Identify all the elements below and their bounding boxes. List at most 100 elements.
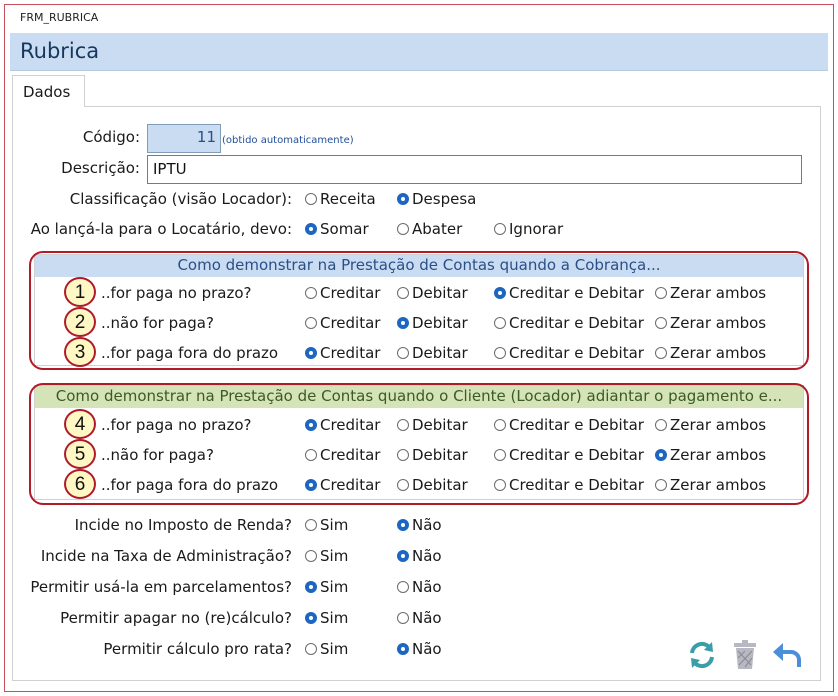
option-radio-3[interactable]: Creditar e Debitar [494, 476, 644, 494]
radio-circle [494, 287, 506, 299]
radio-label: Sim [320, 516, 349, 534]
radio-circle [305, 550, 317, 562]
question-no-radio[interactable]: Não [397, 578, 442, 596]
radio-label: Debitar [412, 476, 468, 494]
page-title: Rubrica [20, 39, 100, 63]
question-no-radio[interactable]: Não [397, 516, 442, 534]
option-radio-1[interactable]: Creditar [305, 344, 380, 362]
option-radio-2[interactable]: Debitar [397, 284, 468, 302]
question-yes-radio[interactable]: Sim [305, 578, 348, 596]
option-radio-3[interactable]: Creditar e Debitar [494, 344, 644, 362]
lancamento-ignorar-radio[interactable]: Ignorar [494, 220, 563, 238]
radio-circle [305, 347, 317, 359]
question-label: Incide na Taxa de Administração? [40, 547, 292, 565]
row-number-badge: 1 [64, 277, 96, 307]
radio-label: Abater [412, 220, 463, 238]
option-radio-1[interactable]: Creditar [305, 284, 380, 302]
radio-label: Debitar [412, 446, 468, 464]
radio-circle [305, 612, 317, 624]
radio-circle [305, 449, 317, 461]
radio-circle [397, 223, 409, 235]
question-yes-radio[interactable]: Sim [305, 609, 348, 627]
question-yes-radio[interactable]: Sim [305, 516, 348, 534]
option-radio-2[interactable]: Debitar [397, 416, 468, 434]
option-radio-1[interactable]: Creditar [305, 446, 380, 464]
option-radio-1[interactable]: Creditar [305, 476, 380, 494]
option-radio-2[interactable]: Debitar [397, 446, 468, 464]
radio-label: Não [412, 640, 442, 658]
radio-label: Somar [320, 220, 369, 238]
row-label: ..for paga no prazo? [101, 284, 252, 302]
row-label: ..não for paga? [101, 446, 214, 464]
radio-label: Não [412, 516, 442, 534]
lancamento-abater-radio[interactable]: Abater [397, 220, 462, 238]
radio-label: Zerar ambos [670, 476, 767, 494]
row-label: ..for paga no prazo? [101, 416, 252, 434]
row-label: ..for paga fora do prazo [101, 344, 279, 362]
option-radio-4[interactable]: Zerar ambos [655, 344, 766, 362]
radio-label: Creditar [320, 344, 381, 362]
option-radio-4[interactable]: Zerar ambos [655, 446, 766, 464]
undo-icon[interactable] [771, 639, 803, 671]
codigo-note: (obtido automaticamente) [222, 135, 354, 146]
option-radio-4[interactable]: Zerar ambos [655, 476, 766, 494]
question-label: Permitir usá-la em parcelamentos? [30, 578, 292, 596]
option-radio-2[interactable]: Debitar [397, 314, 468, 332]
radio-label: Creditar e Debitar [509, 344, 644, 362]
option-radio-4[interactable]: Zerar ambos [655, 284, 766, 302]
radio-label: Creditar [320, 314, 381, 332]
radio-circle [494, 449, 506, 461]
radio-label: Ignorar [509, 220, 564, 238]
option-radio-4[interactable]: Zerar ambos [655, 416, 766, 434]
radio-circle [397, 287, 409, 299]
radio-circle [305, 643, 317, 655]
codigo-field[interactable]: 11 [147, 124, 221, 153]
option-radio-3[interactable]: Creditar e Debitar [494, 416, 644, 434]
option-radio-1[interactable]: Creditar [305, 314, 380, 332]
lancamento-somar-radio[interactable]: Somar [305, 220, 369, 238]
radio-circle [494, 317, 506, 329]
option-radio-3[interactable]: Creditar e Debitar [494, 314, 644, 332]
option-radio-2[interactable]: Debitar [397, 344, 468, 362]
radio-label: Despesa [412, 190, 477, 208]
radio-label: Sim [320, 609, 349, 627]
tab-dados[interactable]: Dados [12, 75, 85, 107]
radio-label: Creditar [320, 284, 381, 302]
question-no-radio[interactable]: Não [397, 640, 442, 658]
question-yes-radio[interactable]: Sim [305, 640, 348, 658]
radio-circle [305, 317, 317, 329]
refresh-icon[interactable] [686, 639, 718, 671]
classificacao-receita-radio[interactable]: Receita [305, 190, 376, 208]
trash-icon[interactable] [729, 639, 761, 671]
option-radio-1[interactable]: Creditar [305, 416, 380, 434]
radio-circle [397, 519, 409, 531]
radio-label: Sim [320, 547, 349, 565]
row-number-badge: 3 [64, 337, 96, 367]
radio-circle [397, 317, 409, 329]
radio-label: Creditar [320, 446, 381, 464]
option-radio-3[interactable]: Creditar e Debitar [494, 284, 644, 302]
classificacao-despesa-radio[interactable]: Despesa [397, 190, 476, 208]
question-yes-radio[interactable]: Sim [305, 547, 348, 565]
row-label: ..for paga fora do prazo [101, 476, 279, 494]
radio-circle [397, 419, 409, 431]
radio-circle [655, 479, 667, 491]
question-no-radio[interactable]: Não [397, 547, 442, 565]
descricao-field[interactable]: IPTU [147, 155, 802, 184]
option-radio-4[interactable]: Zerar ambos [655, 314, 766, 332]
radio-circle [655, 287, 667, 299]
radio-circle [305, 287, 317, 299]
radio-label: Sim [320, 640, 349, 658]
question-no-radio[interactable]: Não [397, 609, 442, 627]
row-number-badge: 5 [64, 439, 96, 469]
question-label: Permitir apagar no (re)cálculo? [60, 609, 292, 627]
row-label: ..não for paga? [101, 314, 214, 332]
radio-label: Creditar e Debitar [509, 446, 644, 464]
radio-label: Sim [320, 578, 349, 596]
radio-label: Zerar ambos [670, 314, 767, 332]
radio-circle [397, 193, 409, 205]
option-radio-3[interactable]: Creditar e Debitar [494, 446, 644, 464]
radio-label: Zerar ambos [670, 344, 767, 362]
option-radio-2[interactable]: Debitar [397, 476, 468, 494]
radio-circle [655, 419, 667, 431]
